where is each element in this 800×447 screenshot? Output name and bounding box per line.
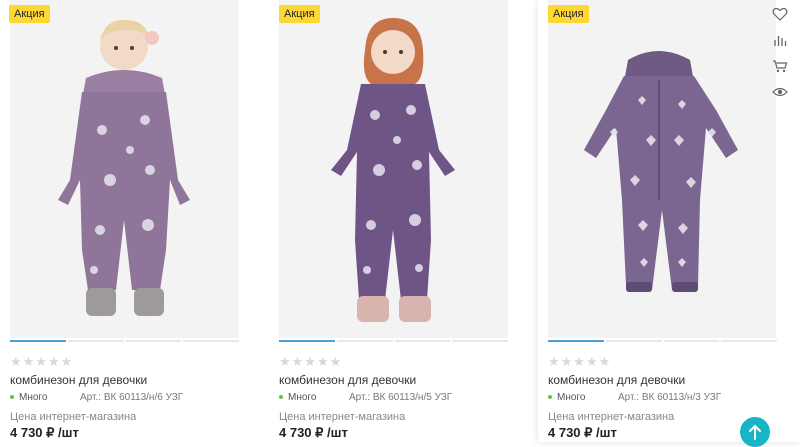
product-card[interactable]: Акция ★★★★★ комбинезон для девочки Много… xyxy=(0,0,262,442)
product-image[interactable] xyxy=(279,0,508,338)
slider-dot[interactable] xyxy=(721,340,777,342)
slider-dot[interactable] xyxy=(394,340,451,342)
product-card[interactable]: Акция ★★★★★ комбинезон для девочки Много… xyxy=(538,0,800,442)
price: 4 730 ₽ /шт xyxy=(548,425,617,440)
product-card[interactable]: Акция ★★★★★ комбинезон для девочки Много… xyxy=(269,0,531,442)
sale-badge: Акция xyxy=(548,5,589,23)
slider-dot[interactable] xyxy=(605,340,662,342)
slider-dot[interactable] xyxy=(452,340,508,342)
eye-icon[interactable] xyxy=(772,84,788,100)
price-label: Цена интернет-магазина xyxy=(279,411,406,423)
article-number: Арт.: ВК 60113/н/6 УЗГ xyxy=(80,392,184,403)
slider-dot[interactable] xyxy=(183,340,239,342)
scroll-to-top-button[interactable] xyxy=(740,417,770,447)
stock-status: Много xyxy=(279,392,316,403)
stock-dot-icon xyxy=(10,395,14,400)
image-slider-dots[interactable] xyxy=(279,340,508,343)
rating-stars[interactable]: ★★★★★ xyxy=(10,354,73,370)
price-label: Цена интернет-магазина xyxy=(10,411,137,423)
article-number: Арт.: ВК 60113/н/3 УЗГ xyxy=(618,392,722,403)
rating-stars[interactable]: ★★★★★ xyxy=(548,354,611,370)
product-image[interactable] xyxy=(548,0,776,338)
product-title[interactable]: комбинезон для девочки xyxy=(10,373,147,387)
stock-dot-icon xyxy=(279,395,283,400)
slider-dot[interactable] xyxy=(279,340,335,342)
slider-dot[interactable] xyxy=(548,340,604,342)
card-actions xyxy=(772,6,792,100)
product-title[interactable]: комбинезон для девочки xyxy=(279,373,416,387)
sale-badge: Акция xyxy=(279,5,320,23)
product-title[interactable]: комбинезон для девочки xyxy=(548,373,685,387)
cart-icon[interactable] xyxy=(772,58,788,74)
price-label: Цена интернет-магазина xyxy=(548,411,675,423)
arrow-up-icon xyxy=(749,424,761,440)
slider-dot[interactable] xyxy=(10,340,66,342)
slider-dot[interactable] xyxy=(125,340,182,342)
slider-dot[interactable] xyxy=(663,340,720,342)
product-image[interactable] xyxy=(10,0,239,338)
sale-badge: Акция xyxy=(9,5,50,23)
heart-icon[interactable] xyxy=(772,6,788,22)
image-slider-dots[interactable] xyxy=(548,340,777,343)
slider-dot[interactable] xyxy=(336,340,393,342)
stock-dot-icon xyxy=(548,395,552,400)
price: 4 730 ₽ /шт xyxy=(10,425,79,440)
image-slider-dots[interactable] xyxy=(10,340,239,343)
article-number: Арт.: ВК 60113/н/5 УЗГ xyxy=(349,392,453,403)
compare-chart-icon[interactable] xyxy=(772,32,788,48)
slider-dot[interactable] xyxy=(67,340,124,342)
price: 4 730 ₽ /шт xyxy=(279,425,348,440)
stock-status: Много xyxy=(10,392,47,403)
stock-status: Много xyxy=(548,392,585,403)
rating-stars[interactable]: ★★★★★ xyxy=(279,354,342,370)
